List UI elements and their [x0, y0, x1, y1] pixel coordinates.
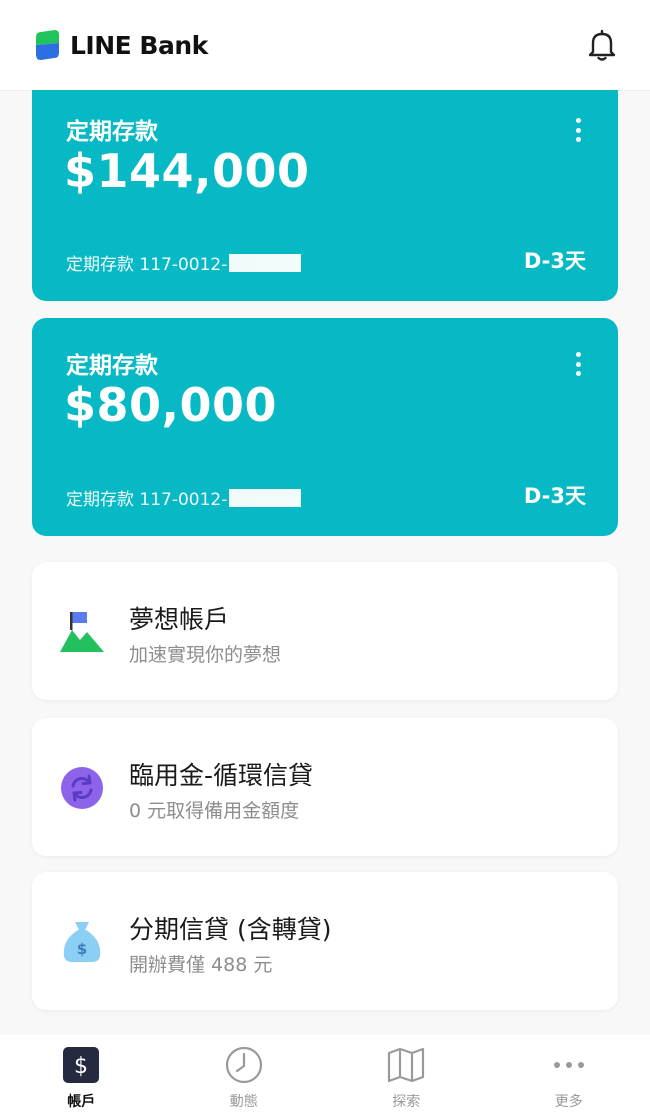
deposit-account-number: 定期存款 117-0012- [66, 255, 228, 275]
nav-label: 動態 [229, 1094, 258, 1110]
more-dots-icon [549, 1045, 589, 1085]
mountain-flag-icon [60, 612, 104, 652]
deposit-amount: $144,000 [64, 144, 310, 198]
feature-subtitle: 0 元取得備用金額度 [129, 800, 300, 822]
map-icon [386, 1045, 426, 1085]
deposit-card-title: 定期存款 [66, 119, 158, 145]
nav-label: 探索 [392, 1094, 421, 1110]
revolving-credit-item[interactable]: 臨用金-循環信貸 0 元取得備用金額度 [32, 718, 618, 856]
feature-title: 分期信貸 (含轉貸) [129, 915, 332, 944]
feature-title: 臨用金-循環信貸 [129, 761, 314, 790]
masked-account-digits [229, 488, 302, 507]
dollar-icon: $ [61, 1045, 101, 1085]
feature-subtitle: 開辦費僅 488 元 [129, 954, 273, 976]
revolving-arrows-icon [61, 767, 103, 809]
nav-tab-more[interactable]: 更多 [488, 1035, 650, 1119]
dream-account-item[interactable]: 夢想帳戶 加速實現你的夢想 [32, 562, 618, 700]
svg-text:$: $ [77, 940, 87, 958]
notification-bell-icon[interactable] [584, 27, 620, 63]
deposit-account-number: 定期存款 117-0012- [66, 490, 228, 510]
bottom-navigation: $ 帳戶 動態 探索 更多 [0, 1035, 650, 1119]
maturity-countdown: D-3天 [523, 249, 586, 273]
deposit-amount: $80,000 [64, 378, 278, 432]
maturity-countdown: D-3天 [523, 484, 586, 508]
brand-logo: LINE Bank [34, 29, 208, 61]
nav-tab-activity[interactable]: 動態 [163, 1035, 326, 1119]
deposit-card[interactable]: 定期存款 $80,000 定期存款 117-0012- D-3天 [32, 318, 618, 536]
deposit-account: 定期存款 117-0012- [66, 485, 302, 510]
more-options-icon[interactable] [568, 352, 588, 376]
money-bag-icon: $ [63, 922, 101, 962]
svg-text:$: $ [74, 1054, 88, 1079]
line-bank-logo-icon [36, 30, 59, 60]
deposit-card[interactable]: 定期存款 $144,000 定期存款 117-0012- D-3天 [32, 84, 618, 301]
clock-icon [224, 1045, 264, 1085]
deposit-account: 定期存款 117-0012- [66, 250, 302, 275]
brand-name: LINE Bank [70, 30, 208, 60]
feature-subtitle: 加速實現你的夢想 [129, 644, 282, 666]
masked-account-digits [229, 253, 302, 272]
nav-label: 帳戶 [67, 1094, 96, 1110]
deposit-card-title: 定期存款 [66, 353, 158, 379]
more-options-icon[interactable] [568, 118, 588, 142]
installment-loan-item[interactable]: $ 分期信貸 (含轉貸) 開辦費僅 488 元 [32, 872, 618, 1010]
top-header: LINE Bank [0, 0, 650, 90]
nav-tab-explore[interactable]: 探索 [325, 1035, 488, 1119]
app-screen: LINE Bank 定期存款 $144,000 定期存款 117-0012- D… [0, 0, 650, 1119]
feature-title: 夢想帳戶 [129, 605, 230, 634]
nav-label: 更多 [554, 1094, 583, 1110]
nav-tab-accounts[interactable]: $ 帳戶 [0, 1035, 163, 1119]
